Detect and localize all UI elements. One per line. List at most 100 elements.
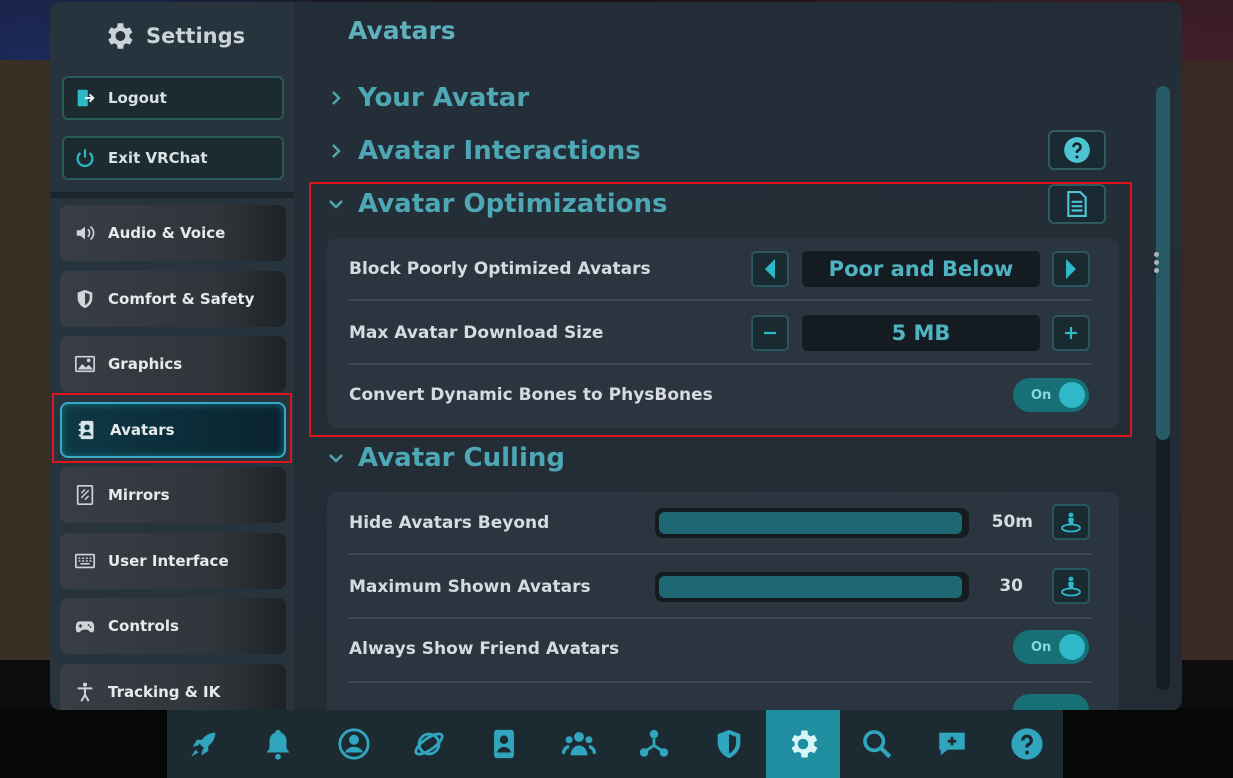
next-option-button[interactable]: [1052, 251, 1090, 287]
chat-add-icon: [939, 732, 965, 756]
power-icon: [76, 149, 94, 168]
gear-icon: [791, 730, 818, 758]
search-button[interactable]: [840, 710, 914, 778]
sidebar-divider: [50, 192, 294, 198]
section-avatar-optimizations[interactable]: Avatar Optimizations: [328, 186, 667, 222]
minus-icon: [764, 331, 776, 335]
speaker-icon: [74, 222, 96, 244]
sidebar-item-label: Avatars: [110, 421, 175, 439]
sidebar-item-label: Controls: [108, 617, 179, 635]
logout-button[interactable]: Logout: [62, 76, 284, 120]
arrow-right-icon: [1066, 259, 1076, 279]
decrease-button[interactable]: [751, 315, 789, 351]
sidebar-item-label: Tracking & IK: [108, 683, 221, 701]
logout-label: Logout: [108, 89, 167, 107]
optimizations-card: Block Poorly Optimized Avatars Poor and …: [327, 238, 1119, 428]
sidebar-item-avatars[interactable]: Avatars: [60, 402, 286, 458]
section-avatar-interactions[interactable]: Avatar Interactions: [328, 133, 641, 169]
question-icon: [1011, 728, 1043, 760]
help-toolbar-button[interactable]: [990, 710, 1064, 778]
document-button[interactable]: [1048, 184, 1106, 224]
chat-button[interactable]: [915, 710, 989, 778]
max-shown-reset-button[interactable]: [1052, 568, 1090, 604]
settings-header: Settings: [102, 16, 245, 56]
slider-fill: [659, 512, 962, 534]
notifications-button[interactable]: [241, 710, 315, 778]
rocket-icon: [191, 732, 216, 757]
sidebar-item-label: Mirrors: [108, 486, 170, 504]
profile-button[interactable]: [317, 710, 391, 778]
arrow-left-icon: [765, 259, 775, 279]
chevron-right-icon: [332, 144, 341, 158]
sidebar-item-mirrors[interactable]: Mirrors: [60, 467, 286, 523]
shield-icon: [717, 729, 741, 759]
avatars-button[interactable]: [467, 710, 541, 778]
row-label: Block Poorly Optimized Avatars: [349, 259, 651, 279]
worlds-button[interactable]: [392, 710, 466, 778]
section-title: Avatar Optimizations: [358, 189, 668, 219]
section-title: Your Avatar: [358, 83, 530, 113]
avatar-range-icon: [1061, 576, 1081, 597]
row-label: Always Show Friend Avatars: [349, 639, 620, 659]
sidebar-item-label: User Interface: [108, 552, 229, 570]
sidebar-item-label: Audio & Voice: [108, 224, 226, 242]
previous-option-button[interactable]: [751, 251, 789, 287]
culling-card: Hide Avatars Beyond 50m Maximum Shown Av…: [327, 492, 1119, 710]
launch-button[interactable]: [167, 710, 241, 778]
hide-distance-value: 50m: [991, 512, 1033, 532]
settings-button[interactable]: [766, 710, 840, 778]
groups-button[interactable]: [617, 710, 691, 778]
content-scrollbar[interactable]: [1156, 86, 1170, 690]
chevron-down-icon: [329, 200, 343, 209]
help-button[interactable]: [1048, 130, 1106, 170]
toggle-knob: [1059, 382, 1085, 408]
avatar-settings-content: Your Avatar Avatar Interactions Avatar O…: [294, 66, 1182, 710]
plus-icon: [1065, 327, 1077, 339]
row-divider: [349, 681, 1091, 683]
increase-button[interactable]: [1052, 315, 1090, 351]
max-shown-slider[interactable]: [655, 572, 969, 602]
chevron-right-icon: [332, 91, 341, 105]
settings-window: Settings Logout Exit VRChat Audio & Voic…: [50, 2, 1182, 710]
block-value: Poor and Below: [802, 251, 1040, 287]
sidebar-item-label: Comfort & Safety: [108, 290, 255, 308]
sidebar-item-comfort-safety[interactable]: Comfort & Safety: [60, 271, 286, 327]
people-icon: [562, 731, 596, 756]
scene-wall-left: [0, 60, 52, 660]
toggle-label: On: [1031, 387, 1052, 403]
sidebar: Settings Logout Exit VRChat Audio & Voic…: [50, 2, 294, 710]
sidebar-item-tracking-ik[interactable]: Tracking & IK: [60, 664, 286, 710]
hide-distance-slider[interactable]: [655, 508, 969, 538]
next-toggle-partial[interactable]: [1013, 694, 1089, 710]
section-avatar-culling[interactable]: Avatar Culling: [328, 440, 565, 476]
shield-icon: [74, 288, 96, 310]
quick-menu-toolbar: [167, 710, 1063, 778]
row-divider: [349, 553, 1091, 555]
section-title: Avatar Interactions: [358, 136, 641, 166]
sidebar-item-label: Graphics: [108, 355, 183, 373]
toggle-knob: [1059, 634, 1085, 660]
section-your-avatar[interactable]: Your Avatar: [328, 80, 529, 116]
section-title: Avatar Culling: [358, 443, 565, 473]
hide-distance-reset-button[interactable]: [1052, 504, 1090, 540]
show-friends-toggle[interactable]: On: [1013, 630, 1089, 664]
exit-vrchat-button[interactable]: Exit VRChat: [62, 136, 284, 180]
slider-fill: [659, 576, 962, 598]
row-label: Max Avatar Download Size: [349, 323, 604, 343]
max-shown-value: 30: [999, 576, 1023, 596]
window-handle-dots[interactable]: [1154, 252, 1160, 276]
mirror-icon: [74, 484, 96, 506]
sidebar-item-user-interface[interactable]: User Interface: [60, 533, 286, 589]
gamepad-icon: [74, 615, 96, 637]
sidebar-item-controls[interactable]: Controls: [60, 598, 286, 654]
always-show-friends-row: Always Show Friend Avatars: [349, 618, 1091, 680]
download-size-value: 5 MB: [802, 315, 1040, 351]
sidebar-item-audio-voice[interactable]: Audio & Voice: [60, 205, 286, 261]
settings-title: Settings: [146, 24, 246, 48]
convert-physbones-toggle[interactable]: On: [1013, 378, 1089, 412]
chevron-down-icon: [329, 454, 343, 463]
safety-button[interactable]: [692, 710, 766, 778]
sidebar-item-graphics[interactable]: Graphics: [60, 336, 286, 392]
social-button[interactable]: [542, 710, 616, 778]
row-divider: [349, 299, 1091, 301]
